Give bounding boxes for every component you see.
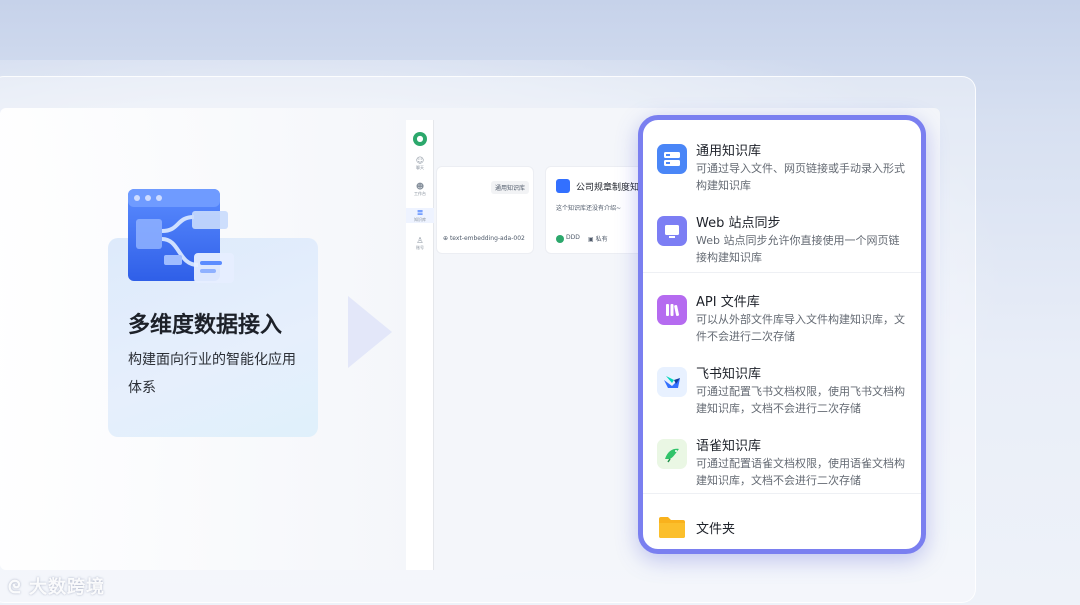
- option-description: 可通过配置飞书文档权限，使用飞书文档构建知识库，文档不会进行二次存储: [696, 385, 905, 415]
- monitor-icon: [657, 216, 687, 246]
- folder-icon: [657, 512, 687, 542]
- yuque-icon: [657, 439, 687, 469]
- knowledge-base-type-popup: 通用知识库 可通过导入文件、网页链接或手动录入形式构建知识库 Web 站点同步 …: [638, 115, 926, 554]
- embedding-model-label: ⊕ text-embedding-ada-002: [443, 235, 525, 242]
- app-sidebar: ● ☺ 聊天 ☻ 工作台 ≣ 知识库 ♙ 账号: [406, 120, 434, 570]
- sidebar-item-label: 工作台: [414, 191, 426, 196]
- sidebar-item-label: 账号: [416, 245, 424, 250]
- feature-title: 多维度数据接入: [128, 313, 283, 338]
- sidebar-item-label: 聊天: [416, 165, 424, 170]
- robot-icon: ☻: [415, 182, 425, 191]
- kb-card-company-rules[interactable]: 公司规章制度知识 这个知识库还没有介绍~ DDD ▣ 私有: [545, 166, 648, 254]
- sidebar-item-account[interactable]: ♙ 账号: [406, 236, 434, 251]
- feishu-icon: [657, 367, 687, 397]
- sidebar-item-knowledge[interactable]: ≣ 知识库: [406, 208, 434, 223]
- option-description: 可通过配置语雀文档权限，使用语雀文档构建知识库，文档不会进行二次存储: [696, 457, 905, 487]
- divider: [643, 272, 921, 273]
- option-title: Web 站点同步: [696, 216, 781, 231]
- globe-icon: ⊕: [443, 235, 449, 242]
- kb-owner: DDD: [566, 234, 580, 241]
- sidebar-item-workbench[interactable]: ☻ 工作台: [406, 182, 434, 197]
- option-title: 语雀知识库: [696, 439, 762, 454]
- option-description: Web 站点同步允许你直接使用一个网页链接构建知识库: [696, 234, 900, 264]
- kb-type-tag: 通用知识库: [490, 181, 529, 194]
- user-icon: ♙: [416, 236, 424, 245]
- feature-subtitle: 构建面向行业的智能化应用体系: [128, 352, 296, 396]
- chat-icon: ☺: [415, 156, 425, 165]
- kb-description: 这个知识库还没有介绍~: [556, 205, 622, 212]
- owner-avatar: [556, 235, 564, 243]
- database-icon: ≣: [416, 208, 424, 217]
- watermark: ᘓ 大数跨境: [8, 577, 105, 598]
- option-title: 文件夹: [696, 522, 736, 537]
- option-title: 飞书知识库: [696, 367, 762, 382]
- divider: [643, 493, 921, 494]
- sidebar-item-chat[interactable]: ☺ 聊天: [406, 156, 434, 171]
- chevron-right-icon: [348, 296, 392, 368]
- data-pipeline-illustration: [128, 189, 234, 283]
- option-description: 可通过导入文件、网页链接或手动录入形式构建知识库: [696, 162, 905, 192]
- kb-icon: [556, 179, 570, 193]
- option-title: API 文件库: [696, 295, 760, 310]
- kb-card-general[interactable]: 通用知识库 ⊕ text-embedding-ada-002: [436, 166, 534, 254]
- avatar[interactable]: ●: [413, 132, 427, 146]
- sidebar-item-label: 知识库: [414, 217, 426, 222]
- lock-icon: ▣: [588, 236, 594, 243]
- books-icon: [657, 295, 687, 325]
- kb-visibility: ▣ 私有: [588, 236, 608, 243]
- server-icon: [657, 144, 687, 174]
- option-description: 可以从外部文件库导入文件构建知识库，文件不会进行二次存储: [696, 313, 905, 343]
- brand-logo-icon: ᘓ: [8, 577, 22, 598]
- option-title: 通用知识库: [696, 144, 762, 159]
